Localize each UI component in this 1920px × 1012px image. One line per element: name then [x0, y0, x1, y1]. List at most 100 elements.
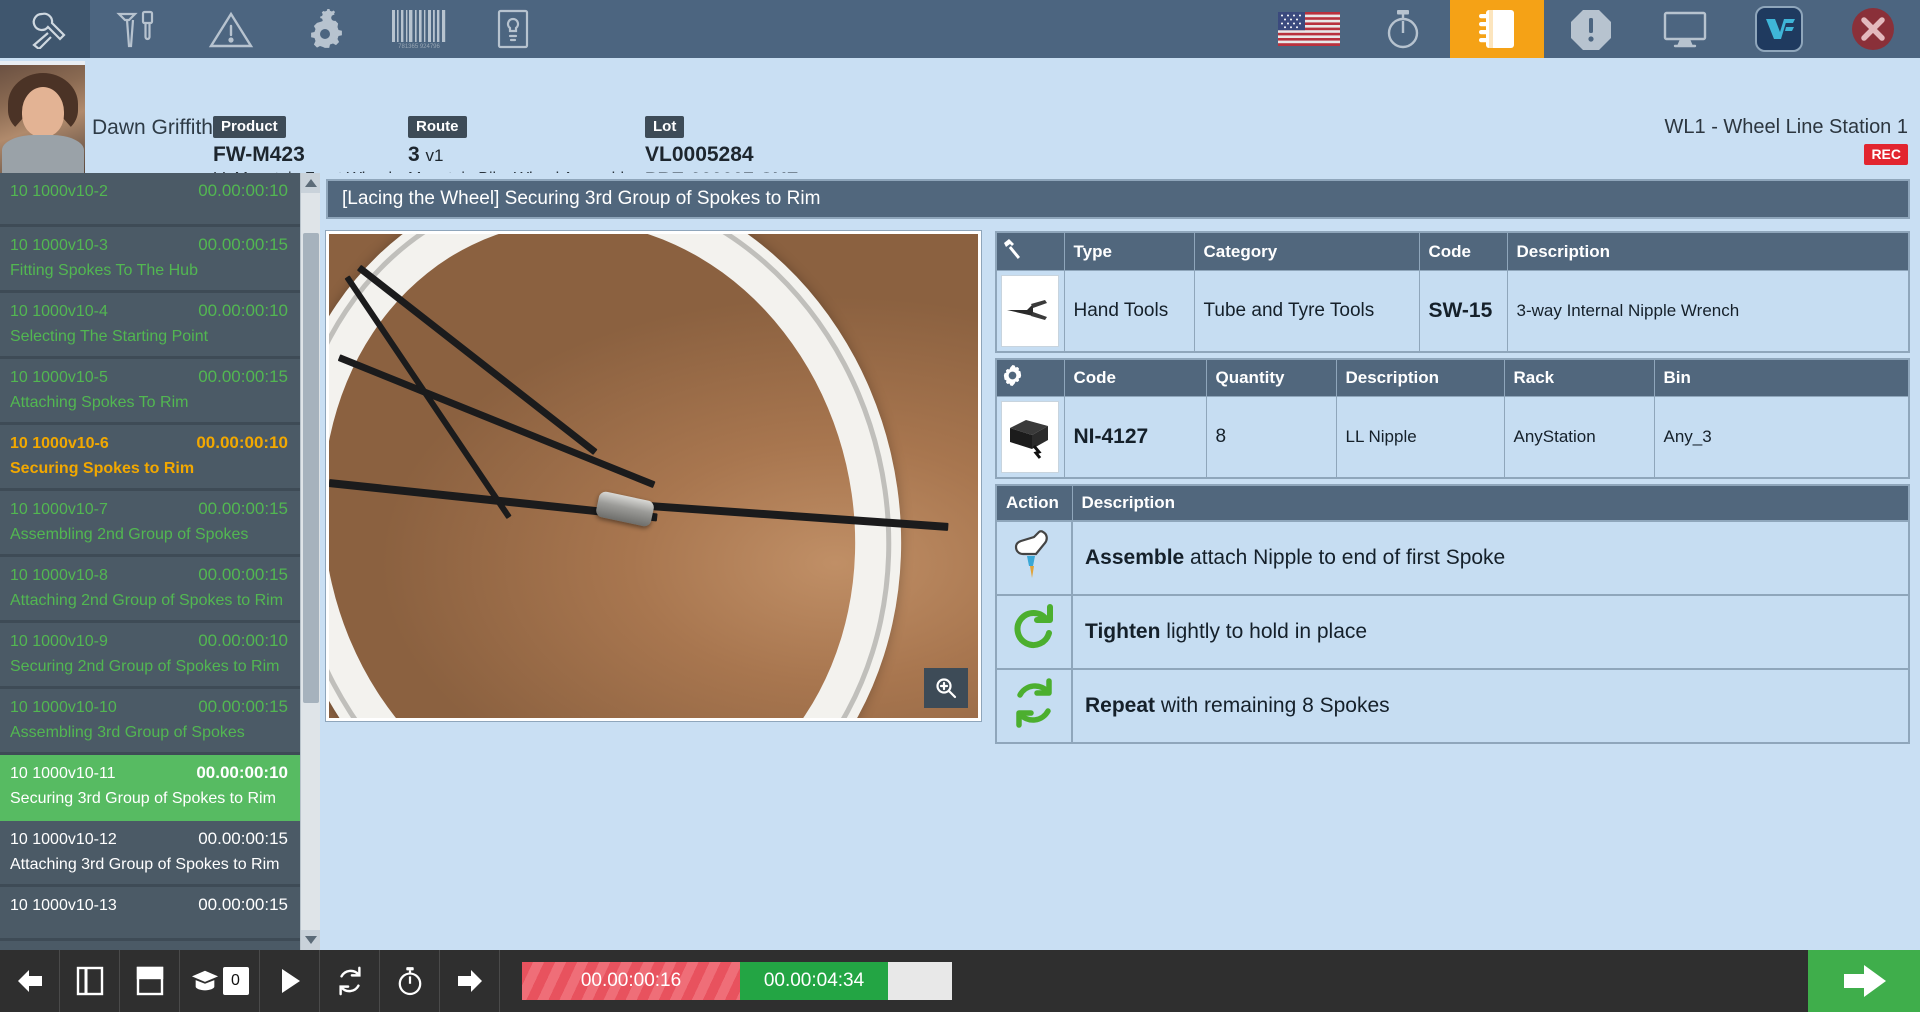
bottom-toolbar: 0 00.00:00:16 00.00:04:34	[0, 950, 1920, 1012]
step-list-scrollbar[interactable]	[300, 173, 321, 950]
close-circle-icon[interactable]	[1826, 0, 1920, 58]
action-description: Repeat with remaining 8 Spokes	[1072, 668, 1910, 743]
table-row[interactable]: NI-4127 8 LL Nipple AnyStation Any_3	[996, 396, 1910, 478]
material-code: NI-4127	[1064, 396, 1207, 478]
forward-button[interactable]	[440, 950, 500, 1012]
step-time: 00.00:00:10	[196, 763, 288, 782]
warning-triangle-icon[interactable]	[184, 0, 278, 58]
step-description: Assembling 3rd Group of Spokes	[10, 724, 245, 741]
nipple-wrench-photo	[996, 270, 1065, 352]
step-list-item[interactable]: 10 1000v10-7 00.00:00:15 Assembling 2nd Gr…	[0, 491, 300, 557]
refresh-button[interactable]	[320, 950, 380, 1012]
tools-header-type: Type	[1064, 232, 1195, 271]
step-code: 10 1000v10-8	[10, 567, 108, 584]
stopwatch-icon[interactable]	[1356, 0, 1450, 58]
actions-table: Action Description Assemble attach Nippl…	[995, 484, 1910, 744]
step-time: 00.00:00:15	[198, 697, 288, 716]
step-description: Assembling 2nd Group of Spokes	[10, 526, 249, 543]
step-code: 10 1000v10-9	[10, 633, 108, 650]
action-verb: Tighten	[1085, 620, 1161, 643]
scroll-up-icon[interactable]	[301, 173, 321, 193]
materials-header-description: Description	[1336, 359, 1505, 397]
back-arrow-button[interactable]	[0, 950, 60, 1012]
table-row[interactable]: Hand Tools Tube and Tyre Tools SW-15 3-w…	[996, 270, 1910, 352]
document-idea-icon[interactable]	[466, 0, 560, 58]
step-list-item[interactable]: 10 1000v10-10 00.00:00:15 Assembling 3rd G…	[0, 689, 300, 755]
step-list-item[interactable]: 10 1000v10-12 00.00:00:15 Attaching 3rd Gr…	[0, 821, 300, 887]
step-code: 10 1000v10-6	[10, 435, 109, 452]
step-list[interactable]: 10 1000v10-2 00.00:00:10 10 1000v10-3 00.00…	[0, 173, 300, 950]
route-number: 3	[408, 143, 420, 167]
scrollbar-thumb[interactable]	[303, 233, 319, 703]
action-text: attach Nipple to end of first Spoke	[1184, 546, 1506, 569]
step-time: 00.00:00:15	[198, 235, 288, 254]
step-list-item[interactable]: 10 1000v10-3 00.00:00:15 Fitting Spokes To…	[0, 227, 300, 293]
barcode-icon[interactable]: 781365 924796	[372, 0, 466, 58]
instruction-image[interactable]	[325, 230, 982, 722]
materials-table: Code Quantity Description Rack Bin NI-41…	[995, 358, 1910, 479]
materials-header-rack: Rack	[1504, 359, 1655, 397]
top-toolbar: 781365 924796	[0, 0, 1920, 58]
header-info-bar: Dawn Griffiths Product FW-M423 LL Mounta…	[0, 58, 1920, 191]
step-list-item[interactable]: 10 1000v10-11 00.00:00:10 Securing 3rd Gro…	[0, 755, 300, 821]
tool-category: Tube and Tyre Tools	[1194, 270, 1420, 352]
step-time: 00.00:00:10	[196, 433, 288, 452]
table-row[interactable]: Tighten lightly to hold in place	[996, 594, 1910, 669]
tools-table: Type Category Code Description Hand Tool…	[995, 231, 1910, 353]
step-list-item[interactable]: 10 1000v10-13 00.00:00:15	[0, 887, 300, 941]
stacked-view-button[interactable]	[120, 950, 180, 1012]
magnifier-plus-icon[interactable]	[924, 668, 968, 708]
us-flag-icon[interactable]	[1262, 0, 1356, 58]
actions-header-description: Description	[1072, 485, 1910, 521]
step-description: Attaching 2nd Group of Spokes to Rim	[10, 592, 284, 609]
next-step-button[interactable]	[1808, 950, 1920, 1012]
timer-button[interactable]	[380, 950, 440, 1012]
step-code: 10 1000v10-11	[10, 765, 116, 782]
training-button[interactable]: 0	[180, 950, 260, 1012]
step-time: 00.00:00:15	[198, 895, 288, 914]
material-quantity: 8	[1206, 396, 1337, 478]
step-code: 10 1000v10-12	[10, 831, 117, 848]
route-version: v1	[425, 146, 444, 166]
step-code: 10 1000v10-4	[10, 303, 108, 320]
play-button[interactable]	[260, 950, 320, 1012]
step-time: 00.00:00:10	[198, 631, 288, 650]
step-description: Securing 3rd Group of Spokes to Rim	[10, 790, 276, 807]
monitor-icon[interactable]	[1638, 0, 1732, 58]
step-list-item[interactable]: 10 1000v10-6 00.00:00:10 Securing Spokes t…	[0, 425, 300, 491]
material-bin: Any_3	[1654, 396, 1910, 478]
lot-tag: Lot	[645, 116, 685, 139]
gears-icon[interactable]	[278, 0, 372, 58]
octagon-alert-icon[interactable]	[1544, 0, 1638, 58]
time-progress-bar: 00.00:00:16 00.00:04:34	[522, 962, 952, 1000]
step-time: 00.00:00:15	[198, 565, 288, 584]
user-name: Dawn Griffiths	[92, 116, 224, 139]
wrench-screwdriver-icon[interactable]	[0, 0, 90, 58]
action-text: with remaining 8 Spokes	[1155, 694, 1390, 717]
step-list-item[interactable]: 10 1000v10-4 00.00:00:10 Selecting The Sta…	[0, 293, 300, 359]
table-row[interactable]: Repeat with remaining 8 Spokes	[996, 668, 1910, 743]
hammer-screwdriver-icon[interactable]	[90, 0, 184, 58]
top-toolbar-left-group: 781365 924796	[0, 0, 560, 58]
target-time: 00.00:04:34	[740, 962, 888, 1000]
step-time: 00.00:00:15	[198, 829, 288, 848]
tools-header-description: Description	[1507, 232, 1910, 271]
repeat-icon	[996, 668, 1073, 743]
step-list-item[interactable]: 10 1000v10-8 00.00:00:15 Attaching 2nd Gro…	[0, 557, 300, 623]
step-code: 10 1000v10-3	[10, 237, 108, 254]
scroll-down-icon[interactable]	[301, 930, 321, 950]
tools-header-code: Code	[1419, 232, 1508, 271]
notebook-icon[interactable]	[1450, 0, 1544, 58]
lot-code: VL0005284	[645, 143, 754, 167]
tools-header-category: Category	[1194, 232, 1420, 271]
training-count: 0	[222, 967, 249, 995]
step-list-item[interactable]: 10 1000v10-9 00.00:00:10 Securing 2nd Grou…	[0, 623, 300, 689]
vf-logo-icon[interactable]	[1732, 0, 1826, 58]
action-text: lightly to hold in place	[1160, 620, 1368, 643]
step-list-item[interactable]: 10 1000v10-2 00.00:00:10	[0, 173, 300, 227]
step-description: Attaching Spokes To Rim	[10, 394, 189, 411]
step-list-item[interactable]: 10 1000v10-5 00.00:00:15 Attaching Spokes …	[0, 359, 300, 425]
table-row[interactable]: Assemble attach Nipple to end of first S…	[996, 520, 1910, 595]
split-view-button[interactable]	[60, 950, 120, 1012]
step-description: Fitting Spokes To The Hub	[10, 262, 198, 279]
